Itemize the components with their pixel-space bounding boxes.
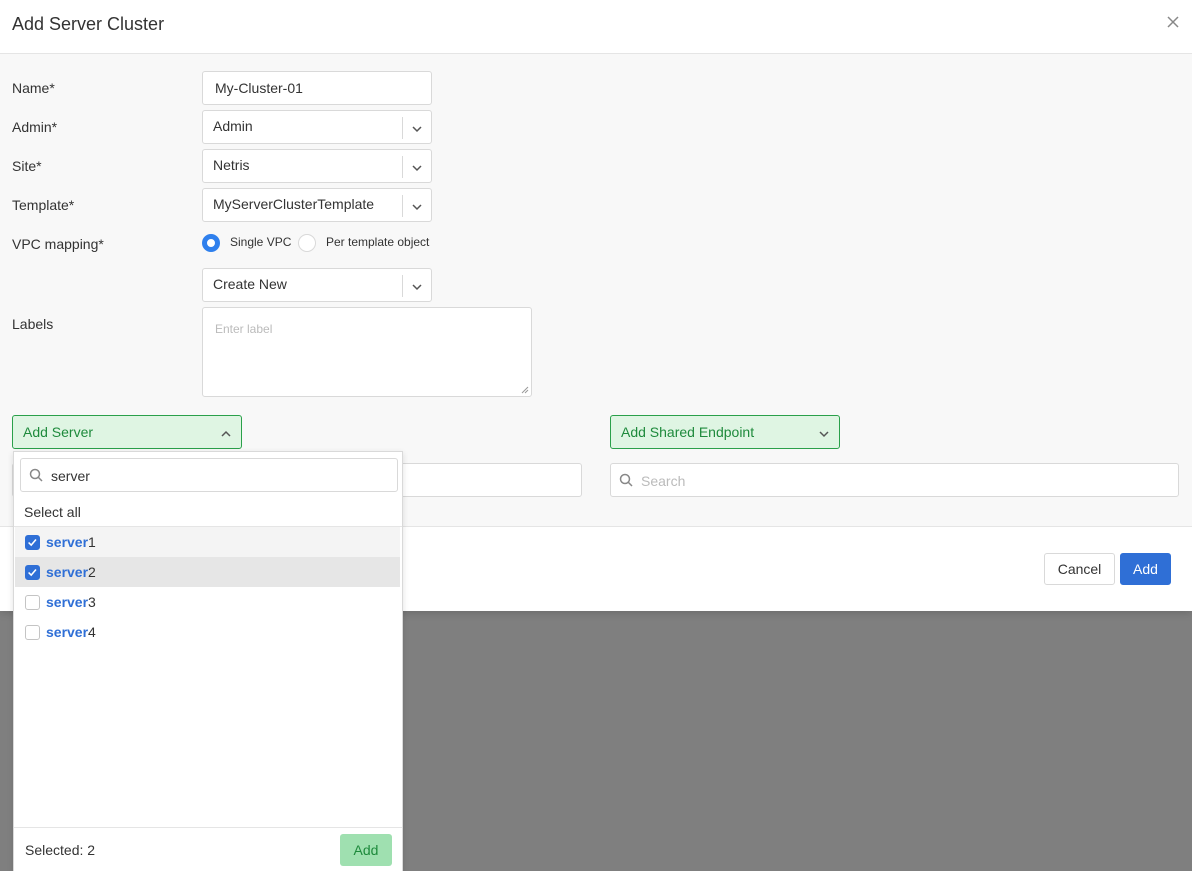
- list-item-label: server1: [46, 534, 96, 550]
- name-field[interactable]: My-Cluster-01: [202, 71, 432, 105]
- vpc-select-value: Create New: [213, 276, 287, 292]
- add-server-dropdown-panel: server Select all server1 server2 server…: [13, 451, 403, 871]
- name-value: My-Cluster-01: [215, 80, 303, 96]
- template-value: MyServerClusterTemplate: [213, 196, 375, 212]
- suffix-text: 3: [88, 594, 96, 610]
- add-button[interactable]: Add: [1120, 553, 1171, 585]
- list-item[interactable]: server3: [15, 587, 400, 617]
- shared-endpoint-search-input[interactable]: Search: [610, 463, 1179, 497]
- chevron-down-icon: [412, 165, 422, 172]
- list-item-label: server3: [46, 594, 96, 610]
- match-text: server: [46, 594, 89, 610]
- list-item-label: server4: [46, 624, 96, 640]
- add-shared-endpoint-label: Add Shared Endpoint: [621, 424, 755, 440]
- checkbox[interactable]: [25, 565, 40, 580]
- shared-endpoint-search-placeholder: Search: [641, 473, 686, 489]
- labels-label: Labels: [12, 316, 54, 332]
- add-server-dropdown[interactable]: Add Server: [12, 415, 242, 449]
- radio-single-vpc-label: Single VPC: [230, 235, 292, 249]
- search-icon: [619, 473, 633, 487]
- match-text: server: [46, 534, 89, 550]
- chevron-down-icon: [412, 126, 422, 133]
- checkbox[interactable]: [25, 535, 40, 550]
- name-label: Name*: [12, 80, 55, 96]
- template-label: Template*: [12, 197, 75, 213]
- check-icon: [28, 568, 37, 577]
- labels-input[interactable]: Enter label: [202, 307, 532, 397]
- checkbox[interactable]: [25, 595, 40, 610]
- admin-select[interactable]: Admin: [202, 110, 432, 144]
- admin-value: Admin: [213, 118, 253, 134]
- admin-label: Admin*: [12, 119, 58, 135]
- dropdown-search-input[interactable]: server: [20, 458, 398, 492]
- dropdown-footer: Selected: 2 Add: [14, 827, 402, 871]
- select-all-option[interactable]: Select all: [24, 504, 81, 520]
- radio-per-template-object[interactable]: [298, 234, 316, 252]
- checkbox[interactable]: [25, 625, 40, 640]
- suffix-text: 4: [88, 624, 96, 640]
- site-value: Netris: [213, 157, 250, 173]
- template-select[interactable]: MyServerClusterTemplate: [202, 188, 432, 222]
- vpc-select[interactable]: Create New: [202, 268, 432, 302]
- modal-title: Add Server Cluster: [12, 14, 165, 34]
- close-icon[interactable]: [1166, 15, 1180, 29]
- match-text: server: [46, 564, 89, 580]
- chevron-up-icon: [221, 430, 231, 437]
- match-text: server: [46, 624, 89, 640]
- selected-count: Selected: 2: [25, 842, 96, 858]
- chevron-down-icon: [412, 204, 422, 211]
- site-label: Site*: [12, 158, 42, 174]
- select-separator: [402, 156, 403, 178]
- suffix-text: 2: [88, 564, 96, 580]
- resize-handle-icon[interactable]: [521, 386, 529, 394]
- chevron-down-icon: [819, 431, 829, 438]
- add-shared-endpoint-dropdown[interactable]: Add Shared Endpoint: [610, 415, 840, 449]
- radio-single-vpc[interactable]: [202, 234, 220, 252]
- site-select[interactable]: Netris: [202, 149, 432, 183]
- check-icon: [28, 538, 37, 547]
- add-server-label: Add Server: [23, 424, 94, 440]
- modal-header: Add Server Cluster: [0, 0, 1192, 54]
- select-separator: [402, 195, 403, 217]
- list-item[interactable]: server1: [15, 527, 400, 557]
- radio-per-template-object-label: Per template object: [326, 235, 430, 249]
- select-separator: [402, 117, 403, 139]
- chevron-down-icon: [412, 284, 422, 291]
- dropdown-search-value: server: [51, 468, 90, 484]
- suffix-text: 1: [88, 534, 96, 550]
- search-icon: [29, 468, 43, 482]
- vpc-mapping-label: VPC mapping*: [12, 236, 104, 252]
- labels-placeholder: Enter label: [215, 322, 273, 336]
- list-item[interactable]: server2: [15, 557, 400, 587]
- select-separator: [402, 275, 403, 297]
- list-item-label: server2: [46, 564, 96, 580]
- list-item[interactable]: server4: [15, 617, 400, 647]
- dropdown-add-button[interactable]: Add: [340, 834, 392, 866]
- cancel-button[interactable]: Cancel: [1044, 553, 1115, 585]
